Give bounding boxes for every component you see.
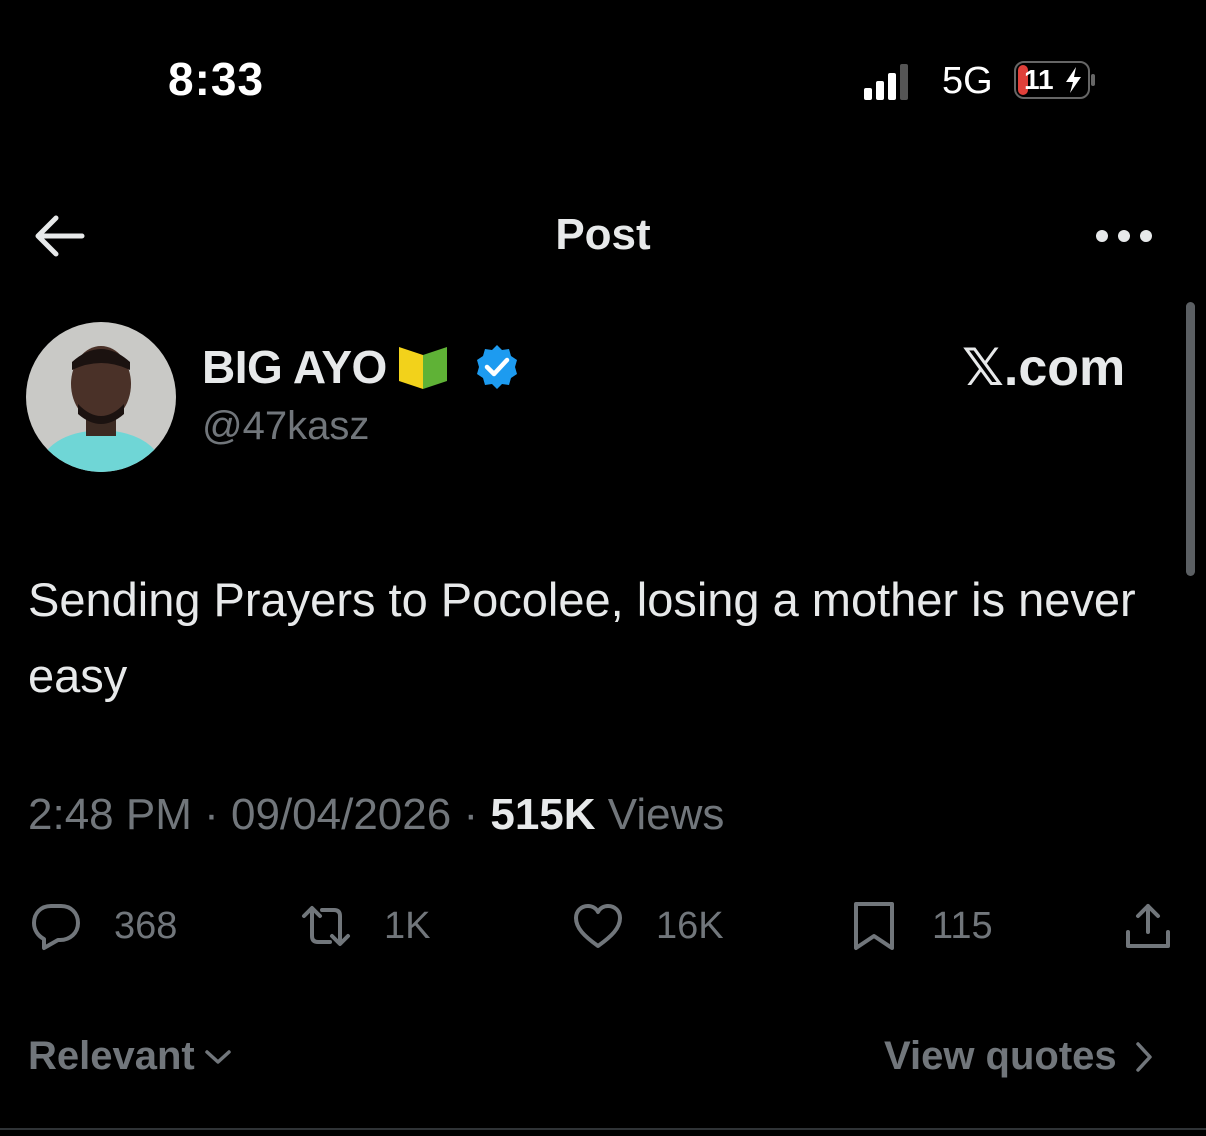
post-text: Sending Prayers to Pocolee, losing a mot…	[28, 573, 1136, 702]
view-quotes-label: View quotes	[884, 1034, 1117, 1078]
like-button[interactable]: 16K	[572, 896, 724, 956]
display-name[interactable]: BIG AYO	[202, 340, 387, 394]
like-count: 16K	[656, 904, 724, 947]
page-title: Post	[555, 210, 651, 259]
watermark: 𝕏.com	[962, 339, 1126, 397]
separator: ·	[463, 790, 491, 839]
chevron-down-icon	[205, 1049, 231, 1064]
post-meta: 2:48 PM · 09/04/2026 · 515K Views	[28, 790, 724, 840]
post-time[interactable]: 2:48 PM	[28, 790, 192, 839]
display-name-row[interactable]: BIG AYO	[202, 340, 521, 394]
bookmark-button[interactable]: 115	[848, 896, 993, 956]
bookmark-icon	[854, 902, 894, 950]
status-time: 8:33	[168, 53, 265, 105]
repost-count: 1K	[384, 904, 431, 947]
user-handle[interactable]: @47kasz	[202, 404, 369, 449]
views-label[interactable]: Views	[608, 790, 725, 839]
share-button[interactable]	[1122, 896, 1174, 956]
heart-icon	[574, 904, 622, 948]
avatar-image	[26, 322, 176, 472]
bookmark-count: 115	[932, 904, 993, 947]
repost-icon	[302, 906, 350, 946]
reply-count: 368	[114, 904, 178, 947]
chevron-right-icon	[1135, 1041, 1152, 1072]
beginner-symbol-icon	[398, 347, 447, 389]
battery-level: 11	[1024, 64, 1054, 95]
separator: ·	[204, 790, 231, 839]
verified-badge-icon	[476, 345, 517, 389]
share-icon	[1126, 904, 1170, 948]
reply-button[interactable]: 368	[30, 896, 177, 956]
views-count[interactable]: 515K	[490, 790, 595, 839]
sort-dropdown[interactable]: Relevant	[28, 1034, 233, 1079]
repost-button[interactable]: 1K	[300, 896, 430, 956]
sort-label: Relevant	[28, 1034, 195, 1078]
avatar[interactable]	[26, 322, 176, 472]
post-date[interactable]: 09/04/2026	[231, 790, 451, 839]
reply-icon	[32, 904, 80, 950]
more-options-icon[interactable]	[1094, 226, 1154, 246]
scrollbar[interactable]	[1186, 302, 1195, 576]
cellular-signal-icon	[864, 64, 908, 100]
view-quotes-link[interactable]: View quotes	[884, 1034, 1157, 1079]
divider	[0, 1128, 1206, 1130]
network-type: 5G	[942, 60, 993, 102]
